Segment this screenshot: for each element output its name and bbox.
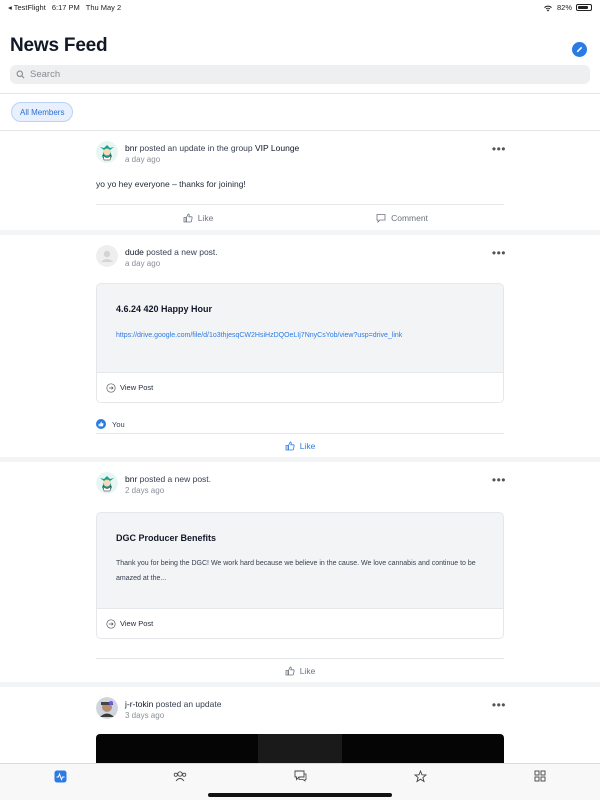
news-feed-list[interactable]: bnr posted an update in the group VIP Lo… (0, 131, 600, 763)
like-button[interactable]: Like (96, 205, 300, 230)
post-media[interactable] (96, 734, 504, 763)
more-options-icon[interactable]: ••• (492, 474, 506, 486)
post-header: bnr posted an update in the group VIP Lo… (96, 141, 506, 165)
avatar[interactable] (96, 141, 118, 163)
reactions-summary[interactable]: You (96, 419, 125, 429)
post-action-text: posted a new post. (139, 474, 212, 484)
post-meta: j-r-tokin posted an update (125, 699, 221, 709)
search-icon (16, 70, 25, 79)
post-header: bnr posted a new post. 2 days ago ••• (96, 472, 506, 496)
like-button[interactable]: Like (96, 434, 504, 457)
post-meta: bnr posted a new post. (125, 474, 211, 484)
thumbs-up-icon (285, 666, 295, 675)
star-icon (413, 769, 427, 783)
battery-percent: 82% (556, 3, 572, 12)
tab-members[interactable] (173, 769, 187, 783)
post-meta: bnr posted an update in the group VIP Lo… (125, 143, 299, 153)
search-input[interactable] (30, 69, 550, 80)
feed-post: dude posted a new post. a day ago ••• 4.… (0, 235, 600, 457)
card-title: 4.6.24 420 Happy Hour (116, 304, 213, 314)
status-time: 6:17 PM (51, 3, 80, 12)
post-text: yo yo hey everyone – thanks for joining! (96, 179, 246, 189)
more-options-icon[interactable]: ••• (492, 143, 506, 155)
compose-button[interactable] (572, 42, 587, 57)
thumbs-up-badge-icon (96, 419, 106, 429)
arrow-circle-icon (106, 382, 116, 393)
post-header: j-r-tokin posted an update 3 days ago ••… (96, 697, 506, 721)
activity-icon (54, 770, 66, 782)
thumbs-up-icon (183, 213, 193, 222)
tab-more[interactable] (533, 769, 547, 783)
wifi-icon (544, 5, 552, 11)
tab-messages[interactable] (293, 769, 307, 783)
battery-icon (576, 4, 592, 11)
like-label: Like (299, 440, 316, 451)
grid-icon (534, 770, 546, 782)
card-title: DGC Producer Benefits (116, 533, 217, 543)
status-date: Thu May 2 (85, 3, 122, 12)
more-options-icon[interactable]: ••• (492, 247, 506, 259)
card-excerpt: Thank you for being the DGC! We work har… (116, 560, 476, 582)
post-action-text: posted an update in the group (139, 143, 253, 153)
post-time: a day ago (125, 259, 161, 268)
author-name[interactable]: bnr (125, 143, 137, 153)
avatar[interactable] (96, 697, 118, 719)
view-post-label: View Post (120, 383, 154, 392)
comment-label: Comment (391, 212, 428, 223)
thumbs-up-icon (285, 441, 295, 450)
members-icon (173, 771, 187, 782)
search-bar[interactable] (10, 65, 590, 84)
feed-post: bnr posted an update in the group VIP Lo… (0, 131, 600, 230)
view-post-button[interactable]: View Post (97, 608, 503, 638)
like-label: Like (197, 212, 214, 223)
post-meta: dude posted a new post. (125, 247, 218, 257)
back-to-app-link[interactable]: ◂ TestFlight (8, 3, 46, 12)
post-time: 2 days ago (125, 486, 165, 495)
media-thumbnail (258, 734, 342, 763)
link-preview-card[interactable]: 4.6.24 420 Happy Hour https://drive.goog… (96, 283, 504, 403)
avatar[interactable] (96, 245, 118, 267)
tab-activity[interactable] (53, 769, 67, 783)
post-action-text: posted a new post. (146, 247, 218, 257)
home-indicator[interactable] (208, 793, 392, 797)
tab-favorites[interactable] (413, 769, 427, 783)
page-title: News Feed (10, 35, 108, 56)
view-post-label: View Post (120, 619, 154, 628)
post-time: a day ago (125, 155, 161, 164)
author-name[interactable]: bnr (125, 474, 137, 484)
arrow-circle-icon (106, 618, 116, 629)
post-action-text: posted an update (155, 699, 222, 709)
post-preview-card[interactable]: DGC Producer Benefits Thank you for bein… (96, 512, 504, 639)
card-link[interactable]: https://drive.google.com/file/d/1o3thjes… (116, 332, 402, 339)
messages-icon (294, 770, 306, 782)
liked-by-text: You (112, 419, 125, 429)
author-name[interactable]: j-r-tokin (125, 699, 153, 709)
post-header: dude posted a new post. a day ago ••• (96, 245, 506, 269)
more-options-icon[interactable]: ••• (492, 699, 506, 711)
feed-post: j-r-tokin posted an update 3 days ago ••… (0, 687, 600, 763)
like-button[interactable]: Like (96, 659, 504, 682)
comment-button[interactable]: Comment (300, 205, 504, 230)
comment-icon (376, 213, 386, 223)
group-name[interactable]: VIP Lounge (255, 143, 299, 153)
like-label: Like (299, 665, 316, 676)
view-post-button[interactable]: View Post (97, 372, 503, 402)
feed-post: bnr posted a new post. 2 days ago ••• DG… (0, 462, 600, 682)
author-name[interactable]: dude (125, 247, 144, 257)
avatar[interactable] (96, 472, 118, 494)
post-actions: Like (96, 658, 504, 682)
pencil-icon (576, 46, 583, 53)
post-actions: Like Comment (96, 204, 504, 230)
status-bar: ◂ TestFlight 6:17 PM Thu May 2 82% (0, 0, 600, 14)
filter-bar: All Members (0, 93, 600, 131)
all-members-filter-chip[interactable]: All Members (11, 102, 74, 122)
post-actions: Like (96, 433, 504, 457)
post-time: 3 days ago (125, 711, 165, 720)
